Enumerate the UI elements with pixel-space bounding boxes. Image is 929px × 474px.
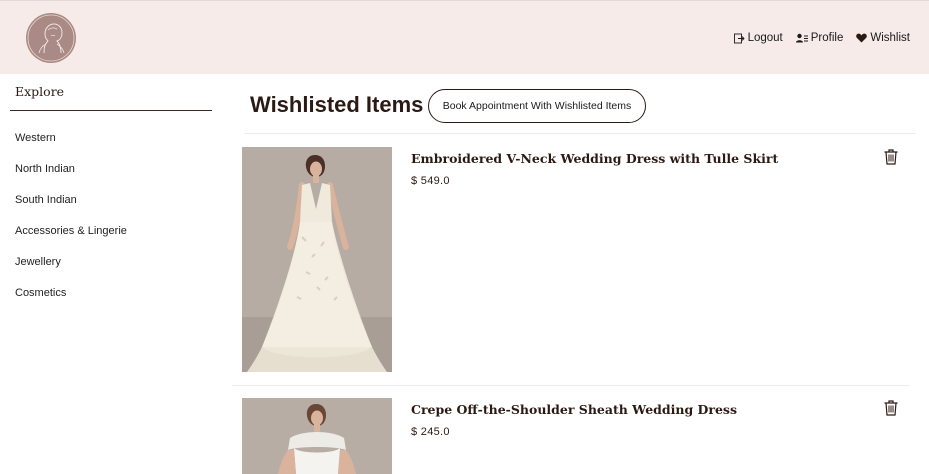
- profile-icon: [795, 33, 808, 43]
- product-name[interactable]: Crepe Off-the-Shoulder Sheath Wedding Dr…: [411, 402, 737, 417]
- logout-link[interactable]: Logout: [733, 32, 783, 44]
- wishlist-item: Embroidered V-Neck Wedding Dress with Tu…: [232, 147, 909, 373]
- wishlist-label: Wishlist: [870, 32, 910, 44]
- header-nav: Logout Profile Wishlist: [733, 32, 910, 44]
- product-image[interactable]: [242, 398, 392, 474]
- wishlist-link[interactable]: Wishlist: [856, 32, 910, 44]
- sidebar-category-list: Western North Indian South Indian Access…: [15, 132, 127, 318]
- trash-icon[interactable]: [884, 400, 898, 416]
- brand-logo-icon[interactable]: [26, 13, 76, 63]
- sidebar-item-western[interactable]: Western: [15, 132, 127, 163]
- page-title: Wishlisted Items: [250, 92, 424, 117]
- item-divider: [232, 385, 909, 386]
- sidebar-item-accessories-lingerie[interactable]: Accessories & Lingerie: [15, 225, 127, 256]
- sidebar-item-south-indian[interactable]: South Indian: [15, 194, 127, 225]
- sidebar-title: Explore: [15, 84, 65, 99]
- title-divider: [244, 133, 916, 134]
- sidebar-divider: [10, 110, 212, 111]
- trash-icon[interactable]: [884, 149, 898, 165]
- sidebar-item-jewellery[interactable]: Jewellery: [15, 256, 127, 287]
- product-image[interactable]: [242, 147, 392, 372]
- heart-icon: [856, 33, 868, 43]
- product-price: $ 549.0: [411, 175, 450, 187]
- product-price: $ 245.0: [411, 426, 450, 438]
- sidebar-item-north-indian[interactable]: North Indian: [15, 163, 127, 194]
- wishlist-item: Crepe Off-the-Shoulder Sheath Wedding Dr…: [232, 398, 909, 474]
- logout-icon: [733, 33, 745, 44]
- logout-label: Logout: [747, 32, 783, 44]
- book-appointment-button[interactable]: Book Appointment With Wishlisted Items: [428, 89, 646, 123]
- top-header: Logout Profile Wishlist: [0, 0, 929, 74]
- profile-label: Profile: [810, 32, 844, 44]
- profile-link[interactable]: Profile: [795, 32, 844, 44]
- sidebar-item-cosmetics[interactable]: Cosmetics: [15, 287, 127, 318]
- product-name[interactable]: Embroidered V-Neck Wedding Dress with Tu…: [411, 151, 778, 166]
